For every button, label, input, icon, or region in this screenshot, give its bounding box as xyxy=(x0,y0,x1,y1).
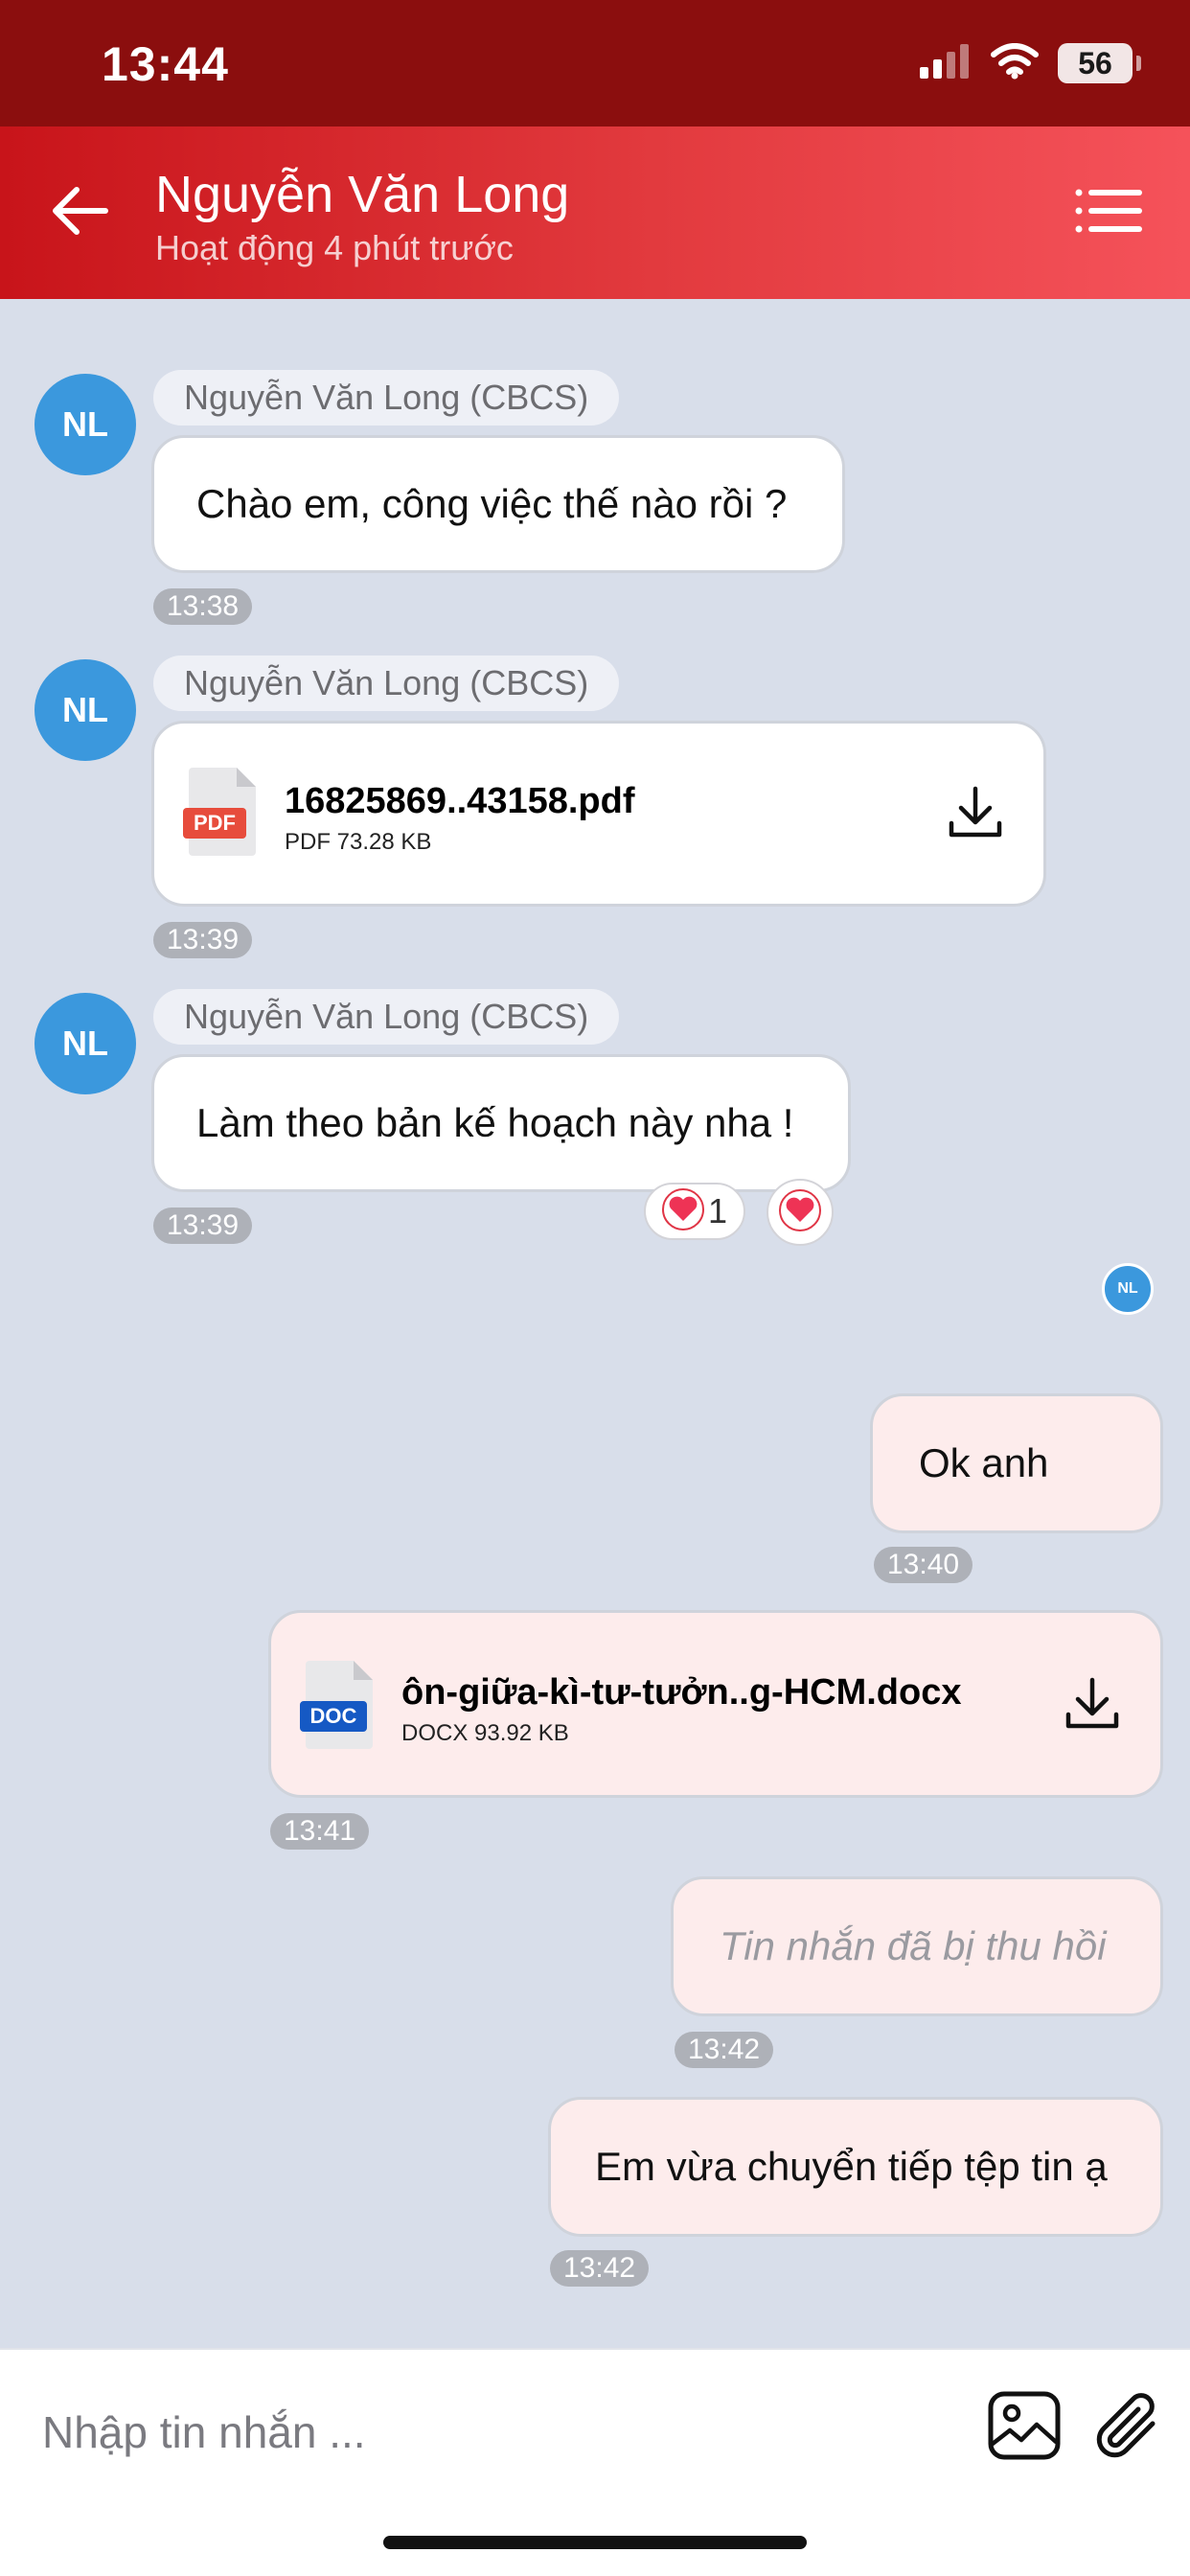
image-icon xyxy=(987,2390,1062,2466)
message-list[interactable]: NL Nguyễn Văn Long (CBCS) Chào em, công … xyxy=(0,299,1190,2348)
avatar[interactable]: NL xyxy=(34,374,136,475)
message-text: Em vừa chuyển tiếp tệp tin ạ xyxy=(595,2144,1108,2189)
attachment-icon xyxy=(1091,2389,1164,2467)
message-bubble-outgoing[interactable]: Em vừa chuyển tiếp tệp tin ạ xyxy=(548,2097,1163,2237)
file-attachment[interactable]: PDF 16825869..43158.pdf PDF 73.28 KB xyxy=(151,721,1046,907)
add-reaction-button[interactable] xyxy=(767,1179,834,1246)
file-name: 16825869..43158.pdf xyxy=(285,781,635,821)
file-attachment-outgoing[interactable]: DOC ôn-giữa-kì-tư-tưởn..g-HCM.docx DOCX … xyxy=(268,1610,1163,1798)
pdf-badge: PDF xyxy=(194,811,236,835)
avatar[interactable]: NL xyxy=(34,659,136,761)
reaction-summary[interactable]: 1 xyxy=(644,1183,745,1240)
recalled-message-text: Tin nhắn đã bị thu hồi xyxy=(720,1923,1107,1968)
message-text: Làm theo bản kế hoạch này nha ! xyxy=(196,1100,794,1145)
contact-status: Hoạt động 4 phút trước xyxy=(155,228,514,267)
message-time: 13:41 xyxy=(270,1813,370,1850)
doc-badge: DOC xyxy=(310,1704,357,1728)
sender-name: Nguyễn Văn Long (CBCS) xyxy=(153,370,620,426)
menu-icon xyxy=(1075,187,1142,240)
message-text: Ok anh xyxy=(919,1440,1049,1485)
download-button[interactable] xyxy=(942,781,1009,848)
image-button[interactable] xyxy=(981,2384,1067,2471)
message-bubble[interactable]: Chào em, công việc thế nào rồi ? xyxy=(151,435,845,573)
message-time: 13:38 xyxy=(153,588,253,625)
heart-icon xyxy=(779,1188,821,1236)
status-bar: 13:44 56 xyxy=(0,0,1190,126)
attachment-button[interactable] xyxy=(1085,2384,1171,2471)
file-meta: DOCX 93.92 KB xyxy=(401,1720,569,1746)
recalled-message-bubble[interactable]: Tin nhắn đã bị thu hồi xyxy=(671,1876,1163,2016)
message-text: Chào em, công việc thế nào rồi ? xyxy=(196,481,788,526)
menu-button[interactable] xyxy=(1065,174,1152,251)
seen-avatar: NL xyxy=(1102,1263,1154,1315)
message-time: 13:42 xyxy=(550,2250,650,2287)
pdf-file-icon: PDF xyxy=(183,768,260,856)
message-bubble[interactable]: Làm theo bản kế hoạch này nha ! xyxy=(151,1054,851,1192)
signal-icon xyxy=(920,43,972,83)
message-time: 13:40 xyxy=(874,1547,973,1583)
download-icon xyxy=(1064,1676,1120,1736)
message-input[interactable] xyxy=(42,2394,904,2471)
status-time: 13:44 xyxy=(102,37,229,91)
battery-icon: 56 xyxy=(1058,43,1141,83)
reaction-count: 1 xyxy=(707,1191,728,1230)
message-bubble-outgoing[interactable]: Ok anh xyxy=(870,1393,1163,1533)
heart-icon xyxy=(661,1187,704,1235)
file-meta: PDF 73.28 KB xyxy=(285,829,432,855)
download-icon xyxy=(948,785,1003,845)
file-name: ôn-giữa-kì-tư-tưởn..g-HCM.docx xyxy=(401,1672,962,1713)
message-time: 13:39 xyxy=(153,1208,253,1244)
wifi-icon xyxy=(991,42,1039,84)
contact-name: Nguyễn Văn Long xyxy=(155,166,570,223)
status-icons: 56 xyxy=(920,42,1141,84)
avatar[interactable]: NL xyxy=(34,993,136,1094)
chat-header: Nguyễn Văn Long Hoạt động 4 phút trước xyxy=(0,126,1190,299)
sender-name: Nguyễn Văn Long (CBCS) xyxy=(153,656,620,711)
sender-name: Nguyễn Văn Long (CBCS) xyxy=(153,989,620,1045)
message-time: 13:39 xyxy=(153,922,253,958)
download-button[interactable] xyxy=(1059,1672,1126,1739)
message-time: 13:42 xyxy=(675,2032,774,2068)
home-indicator xyxy=(383,2536,807,2549)
back-arrow-icon xyxy=(52,186,109,241)
doc-file-icon: DOC xyxy=(300,1661,377,1749)
back-button[interactable] xyxy=(42,174,119,251)
